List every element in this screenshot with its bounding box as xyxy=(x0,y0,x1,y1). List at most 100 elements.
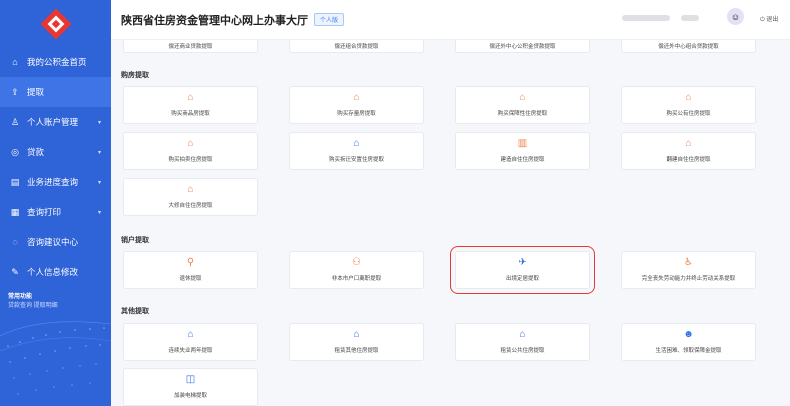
person-icon: ☻ xyxy=(683,329,694,340)
card-closing-3[interactable]: ♿ 完全丧失劳动能力并终止劳动关系提取 xyxy=(621,251,756,289)
house-icon: ⌂ xyxy=(187,329,194,340)
card-label: 加装电梯提取 xyxy=(173,393,207,399)
card-label: 偿还外中心组合贷款提取 xyxy=(658,44,719,50)
card-top-2[interactable]: 偿还外中心公积金贷款提取 xyxy=(455,40,590,53)
house-icon: ⌂ xyxy=(685,92,692,103)
logout-button[interactable]: ⏻ 退出 xyxy=(760,14,778,24)
card-label: 建造自住住房提取 xyxy=(500,157,545,163)
house-icon: ⌂ xyxy=(187,92,194,103)
chevron-down-icon: ▾ xyxy=(97,179,101,186)
chevron-down-icon: ▾ xyxy=(97,209,101,216)
card-label: 翻建自住住房提取 xyxy=(666,157,711,163)
sidebar-item-label: 贷款 xyxy=(27,147,45,157)
card-closing-2[interactable]: ✈ 出境定居提取 xyxy=(450,246,595,294)
house-icon: ⌂ xyxy=(519,92,526,103)
card-label: 购买存量房提取 xyxy=(337,111,376,117)
logo-icon xyxy=(39,7,72,40)
upload-icon: ⇪ xyxy=(11,86,19,97)
card-purchase-8[interactable]: ⌂ 大修自住住房提取 xyxy=(123,178,258,216)
elevator-icon: ◫ xyxy=(185,374,196,385)
progress-icon: ▤ xyxy=(10,176,20,187)
card-purchase-6[interactable]: ▥ 建造自住住房提取 xyxy=(455,132,590,170)
retire-icon: ⚲ xyxy=(186,257,195,268)
page-title: 陕西省住房资金管理中心网上办事大厅 xyxy=(121,14,308,27)
card-other-3[interactable]: ☻ 生活困难、领取保障金提取 xyxy=(621,323,756,361)
chevron-down-icon: ▾ xyxy=(97,119,101,126)
card-other-4[interactable]: ◫ 加装电梯提取 xyxy=(123,368,258,406)
card-label: 租赁其他住房提取 xyxy=(334,348,379,354)
sidebar-item-label: 咨询建议中心 xyxy=(27,237,79,247)
card-other-2[interactable]: ⌂ 租赁公共住房提取 xyxy=(455,323,590,361)
card-purchase-2[interactable]: ⌂ 购买保障性住房提取 xyxy=(455,86,590,124)
card-closing-1[interactable]: ⚇ 非本市户口离职提取 xyxy=(289,251,424,289)
home-icon: ⌂ xyxy=(12,57,18,67)
card-purchase-0[interactable]: ⌂ 购买商品房提取 xyxy=(123,86,258,124)
house-icon: ⌂ xyxy=(187,138,194,149)
sidebar-item-progress[interactable]: ▤ 业务进度查询 ▾ xyxy=(0,167,111,197)
card-label: 购买公有住房提取 xyxy=(666,111,711,117)
decorative-dots xyxy=(0,321,111,395)
house-icon: ⌂ xyxy=(519,329,526,340)
top-header: 陕西省住房资金管理中心网上办事大厅 个人版 ☺ ⏻ 退出 xyxy=(111,0,790,40)
sidebar-item-label: 提取 xyxy=(27,87,45,97)
sidebar-item-label: 查询打印 xyxy=(27,207,62,217)
sidebar-item-label: 个人账户管理 xyxy=(27,117,79,127)
sidebar-item-profile[interactable]: ✎ 个人信息修改 xyxy=(0,257,111,287)
house-icon: ⌂ xyxy=(353,138,360,149)
building-icon: ▥ xyxy=(517,138,528,149)
sidebar-item-home[interactable]: ⌂ 我的公积金首页 xyxy=(0,47,111,77)
card-purchase-7[interactable]: ⌂ 翻建自住住房提取 xyxy=(621,132,756,170)
card-top-0[interactable]: 偿还商业贷款提取 xyxy=(123,40,258,53)
section-title-purchase: 购房提取 xyxy=(121,72,149,79)
user-icon: ♙ xyxy=(10,116,20,127)
sidebar-item-print[interactable]: ▦ 查询打印 ▾ xyxy=(0,197,111,227)
section-title-other: 其他提取 xyxy=(121,308,149,315)
card-label: 购买保障性住房提取 xyxy=(497,111,548,117)
blurred-username xyxy=(622,15,670,21)
card-label: 偿还外中心公积金贷款提取 xyxy=(489,44,556,50)
section-title-closing: 销户提取 xyxy=(121,237,149,244)
main-content: 偿还商业贷款提取 偿还组合贷款提取 偿还外中心公积金贷款提取 偿还外中心组合贷款… xyxy=(111,40,790,406)
card-top-3[interactable]: 偿还外中心组合贷款提取 xyxy=(621,40,756,53)
people-icon: ⚇ xyxy=(352,257,361,268)
sidebar-item-consult[interactable]: ◌ 咨询建议中心 xyxy=(0,227,111,257)
logo xyxy=(0,0,111,47)
card-label: 完全丧失劳动能力并终止劳动关系提取 xyxy=(641,276,736,282)
card-label: 购买拆迁安置住房提取 xyxy=(328,157,384,163)
version-badge: 个人版 xyxy=(314,13,345,26)
card-label: 购买拍卖住房提取 xyxy=(168,157,213,163)
card-label: 大修自住住房提取 xyxy=(168,203,213,209)
card-label: 租赁公共住房提取 xyxy=(500,348,545,354)
chat-icon: ◌ xyxy=(12,237,18,247)
loan-icon: ◎ xyxy=(11,146,19,157)
house-icon: ⌂ xyxy=(353,92,360,103)
sidebar-item-account[interactable]: ♙ 个人账户管理 ▾ xyxy=(0,107,111,137)
sidebar-item-label: 业务进度查询 xyxy=(27,177,79,187)
house-icon: ⌂ xyxy=(685,138,692,149)
edit-icon: ✎ xyxy=(11,266,19,277)
sidebar: ⌂ 我的公积金首页 ⇪ 提取 ♙ 个人账户管理 ▾ ◎ 贷款 ▾ ▤ 业务进度查… xyxy=(0,0,111,406)
card-label: 偿还组合贷款提取 xyxy=(334,44,379,50)
card-purchase-1[interactable]: ⌂ 购买存量房提取 xyxy=(289,86,424,124)
card-purchase-5[interactable]: ⌂ 购买拆迁安置住房提取 xyxy=(289,132,424,170)
sidebar-item-withdraw[interactable]: ⇪ 提取 xyxy=(0,77,111,107)
card-purchase-4[interactable]: ⌂ 购买拍卖住房提取 xyxy=(123,132,258,170)
card-closing-0[interactable]: ⚲ 退休提取 xyxy=(123,251,258,289)
house-icon: ⌂ xyxy=(187,184,194,195)
card-top-1[interactable]: 偿还组合贷款提取 xyxy=(289,40,424,53)
sidebar-item-label: 我的公积金首页 xyxy=(27,57,87,67)
sidebar-item-loan[interactable]: ◎ 贷款 ▾ xyxy=(0,137,111,167)
card-label: 购买商品房提取 xyxy=(171,111,210,117)
card-other-1[interactable]: ⌂ 租赁其他住房提取 xyxy=(289,323,424,361)
card-label: 出境定居提取 xyxy=(505,276,539,282)
avatar[interactable]: ☺ xyxy=(727,8,744,25)
card-other-0[interactable]: ⌂ 连续失业两年提取 xyxy=(123,323,258,361)
house-icon: ⌂ xyxy=(353,329,360,340)
card-label: 偿还商业贷款提取 xyxy=(168,44,213,50)
wheelchair-icon: ♿ xyxy=(684,257,693,268)
card-label: 非本市户口离职提取 xyxy=(331,276,382,282)
sidebar-item-label: 个人信息修改 xyxy=(27,267,79,277)
logout-label: 退出 xyxy=(766,17,779,23)
chevron-down-icon: ▾ xyxy=(97,149,101,156)
card-purchase-3[interactable]: ⌂ 购买公有住房提取 xyxy=(621,86,756,124)
